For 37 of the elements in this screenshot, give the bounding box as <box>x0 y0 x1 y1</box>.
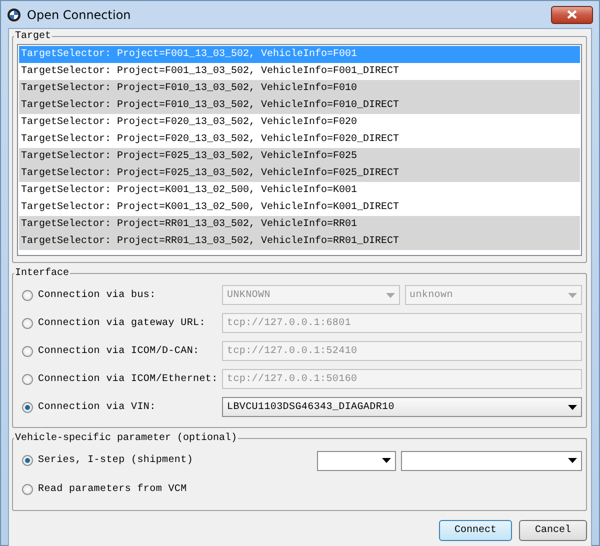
close-button[interactable] <box>551 6 593 24</box>
radio-option[interactable]: Connection via ICOM/Ethernet: <box>17 374 222 384</box>
group-title: Target <box>14 31 52 42</box>
radio-button[interactable] <box>22 318 33 328</box>
radio-option[interactable]: Connection via ICOM/D-CAN: <box>17 346 222 356</box>
group-title: Interface <box>14 268 70 279</box>
target-row[interactable]: TargetSelector: Project=F010_13_03_502, VehicleInfo=F010 <box>19 80 580 97</box>
target-row[interactable]: TargetSelector: Project=F025_13_03_502, VehicleInfo=F025 <box>19 148 580 165</box>
connect-button[interactable]: Connect <box>439 520 512 541</box>
dropdown[interactable] <box>317 450 396 470</box>
close-icon <box>567 10 577 19</box>
caret-icon <box>568 292 577 298</box>
caret-icon <box>382 458 391 463</box>
target-row[interactable]: TargetSelector: Project=F025_13_03_502, VehicleInfo=F025_DIRECT <box>19 165 580 182</box>
radio-option[interactable]: Connection via bus: <box>17 290 222 300</box>
radio-option[interactable]: Connection via gateway URL: <box>17 318 222 328</box>
target-row[interactable]: TargetSelector: Project=F010_13_03_502, VehicleInfo=F010_DIRECT <box>19 97 580 114</box>
dropdown[interactable] <box>401 450 582 470</box>
target-row[interactable]: TargetSelector: Project=RR01_13_03_502, VehicleInfo=RR01 <box>19 216 580 233</box>
group-title: Vehicle-specific parameter (optional) <box>14 433 238 444</box>
radio-button[interactable] <box>22 455 33 466</box>
caret-icon <box>386 292 394 298</box>
radio-option[interactable]: Series, I-step (shipment) <box>17 455 222 466</box>
logo-icon <box>7 8 21 22</box>
dropdown[interactable]: LBVCU1103DSG46343_DIAGADR10 <box>222 397 582 417</box>
radio-button[interactable] <box>22 346 33 356</box>
radio-option[interactable]: Read parameters from VCM <box>17 484 222 495</box>
caret-icon <box>568 458 577 463</box>
radio-button[interactable] <box>22 484 33 495</box>
radio-button[interactable] <box>22 374 33 384</box>
window-title: Open Connection <box>27 8 131 22</box>
caret-icon <box>568 404 577 410</box>
radio-button[interactable] <box>22 290 33 300</box>
target-row[interactable]: TargetSelector: Project=RR01_13_03_502, VehicleInfo=RR01_DIRECT <box>19 233 580 250</box>
radio-button[interactable] <box>22 402 33 412</box>
cancel-button[interactable]: Cancel <box>519 520 587 541</box>
radio-option[interactable]: Connection via VIN: <box>17 402 222 412</box>
